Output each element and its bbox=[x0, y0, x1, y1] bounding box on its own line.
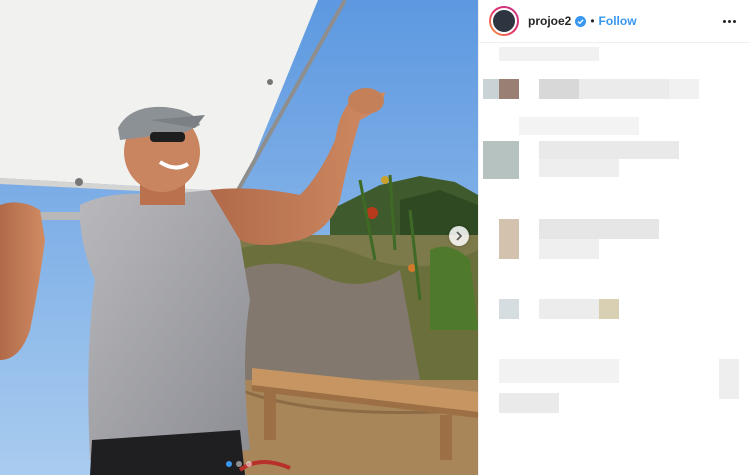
verified-badge-icon bbox=[575, 15, 587, 27]
post-header: projoe2 • Follow bbox=[479, 0, 750, 43]
more-options-icon[interactable] bbox=[719, 16, 740, 27]
carousel-dot bbox=[236, 461, 242, 467]
post-photo[interactable] bbox=[0, 0, 478, 475]
blurred-comments-area bbox=[479, 43, 750, 475]
chevron-right-icon bbox=[456, 231, 463, 241]
username-link[interactable]: projoe2 bbox=[528, 14, 571, 28]
next-slide-button[interactable] bbox=[449, 226, 469, 246]
photo-man-flexing bbox=[0, 0, 478, 475]
instagram-post: projoe2 • Follow bbox=[0, 0, 750, 475]
avatar[interactable] bbox=[489, 6, 519, 36]
carousel-indicator bbox=[0, 461, 478, 467]
follow-button[interactable]: Follow bbox=[599, 14, 637, 28]
post-sidebar: projoe2 • Follow bbox=[478, 0, 750, 475]
carousel-dot bbox=[246, 461, 252, 467]
separator-dot: • bbox=[590, 14, 595, 28]
carousel-dot-active bbox=[226, 461, 232, 467]
